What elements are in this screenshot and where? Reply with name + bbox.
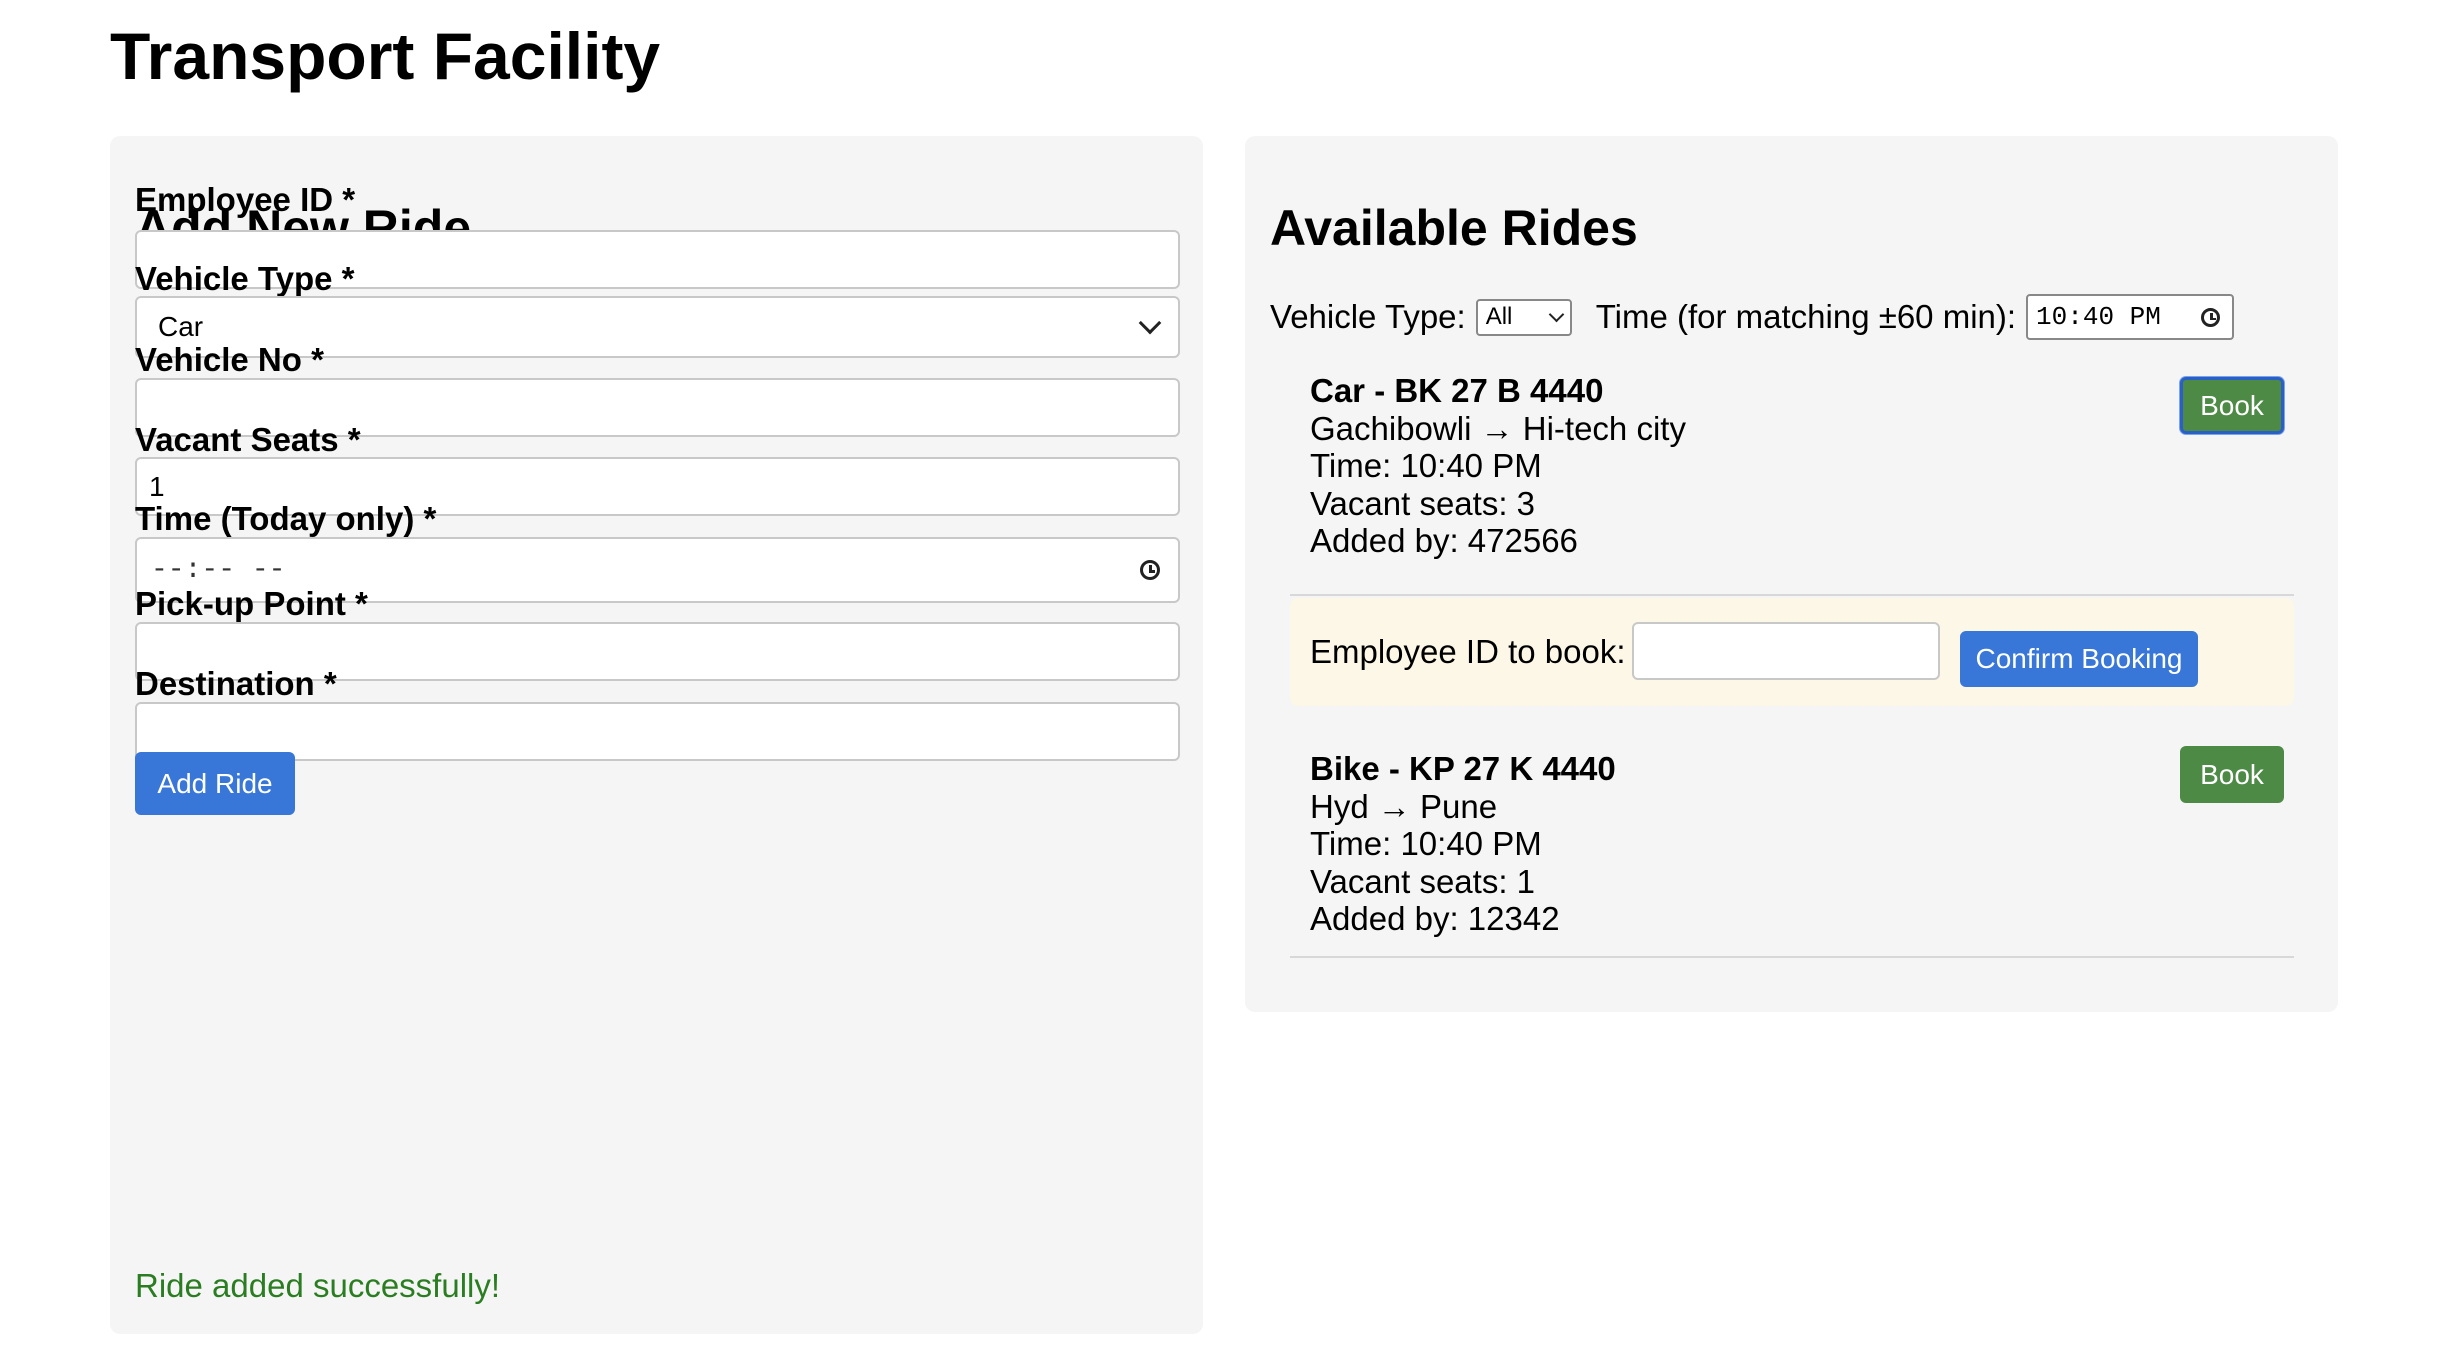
- filter-time-input[interactable]: 10:40 PM: [2026, 294, 2235, 340]
- clock-icon[interactable]: [2201, 307, 2221, 327]
- pickup-point-label: Pick-up Point *: [135, 585, 368, 622]
- confirm-booking-button[interactable]: Confirm Booking: [1960, 631, 2198, 687]
- time-label: Time (Today only) *: [135, 500, 437, 537]
- ride-vacant-seats: Vacant seats: 3: [1310, 484, 1536, 522]
- add-ride-panel: Add New Ride Employee ID * Vehicle Type …: [110, 136, 1203, 1334]
- ride-time: Time: 10:40 PM: [1310, 825, 1542, 862]
- ride-route: Hyd → Pune: [1310, 787, 1498, 825]
- destination-label: Destination *: [135, 665, 337, 702]
- vacant-seats-label: Vacant Seats *: [135, 421, 361, 458]
- success-message: Ride added successfully!: [135, 1267, 501, 1304]
- filter-vehicle-type-value: All: [1485, 303, 1513, 330]
- booking-employee-id-input[interactable]: [1632, 622, 1940, 680]
- available-rides-panel: Available Rides Vehicle Type: All Time (…: [1245, 136, 2338, 1012]
- vehicle-type-label: Vehicle Type *: [135, 260, 355, 297]
- add-ride-button[interactable]: Add Ride: [135, 752, 295, 815]
- clock-icon[interactable]: [1140, 560, 1160, 580]
- chevron-down-icon: [1138, 311, 1162, 335]
- ride-added-by: Added by: 472566: [1310, 522, 1578, 559]
- ride-route: Gachibowli → Hi-tech city: [1310, 409, 1686, 447]
- ride-card: Car - BK 27 B 4440 Gachibowli → Hi-tech …: [1290, 372, 2294, 596]
- ride-card: Bike - KP 27 K 4440 Hyd → Pune Time: 10:…: [1290, 746, 2294, 958]
- booking-form: Employee ID to book: Confirm Booking: [1290, 598, 2294, 706]
- ride-added-by: Added by: 12342: [1310, 900, 1560, 937]
- ride-title: Car - BK 27 B 4440: [1310, 372, 1604, 409]
- time-input-value: --:-- --: [151, 554, 286, 586]
- book-button[interactable]: Book: [2180, 746, 2284, 803]
- booking-employee-id-label: Employee ID to book:: [1310, 633, 1626, 670]
- filter-vehicle-type-label: Vehicle Type:: [1270, 298, 1466, 335]
- employee-id-label: Employee ID *: [135, 181, 356, 218]
- book-button[interactable]: Book: [2180, 377, 2284, 434]
- filter-vehicle-type-select[interactable]: All: [1475, 298, 1572, 336]
- vehicle-no-label: Vehicle No *: [135, 341, 324, 378]
- vehicle-type-value: Car: [158, 311, 204, 342]
- ride-time: Time: 10:40 PM: [1310, 447, 1542, 484]
- chevron-down-icon: [1548, 306, 1564, 323]
- available-rides-title: Available Rides: [1270, 200, 1638, 256]
- ride-vacant-seats: Vacant seats: 1: [1310, 862, 1536, 900]
- filter-time-label: Time (for matching ±60 min):: [1595, 298, 2017, 335]
- ride-title: Bike - KP 27 K 4440: [1310, 750, 1616, 787]
- filter-time-value: 10:40 PM: [2036, 302, 2161, 332]
- filter-bar: Vehicle Type: All Time (for matching ±60…: [1270, 294, 2235, 340]
- page-title: Transport Facility: [110, 19, 661, 93]
